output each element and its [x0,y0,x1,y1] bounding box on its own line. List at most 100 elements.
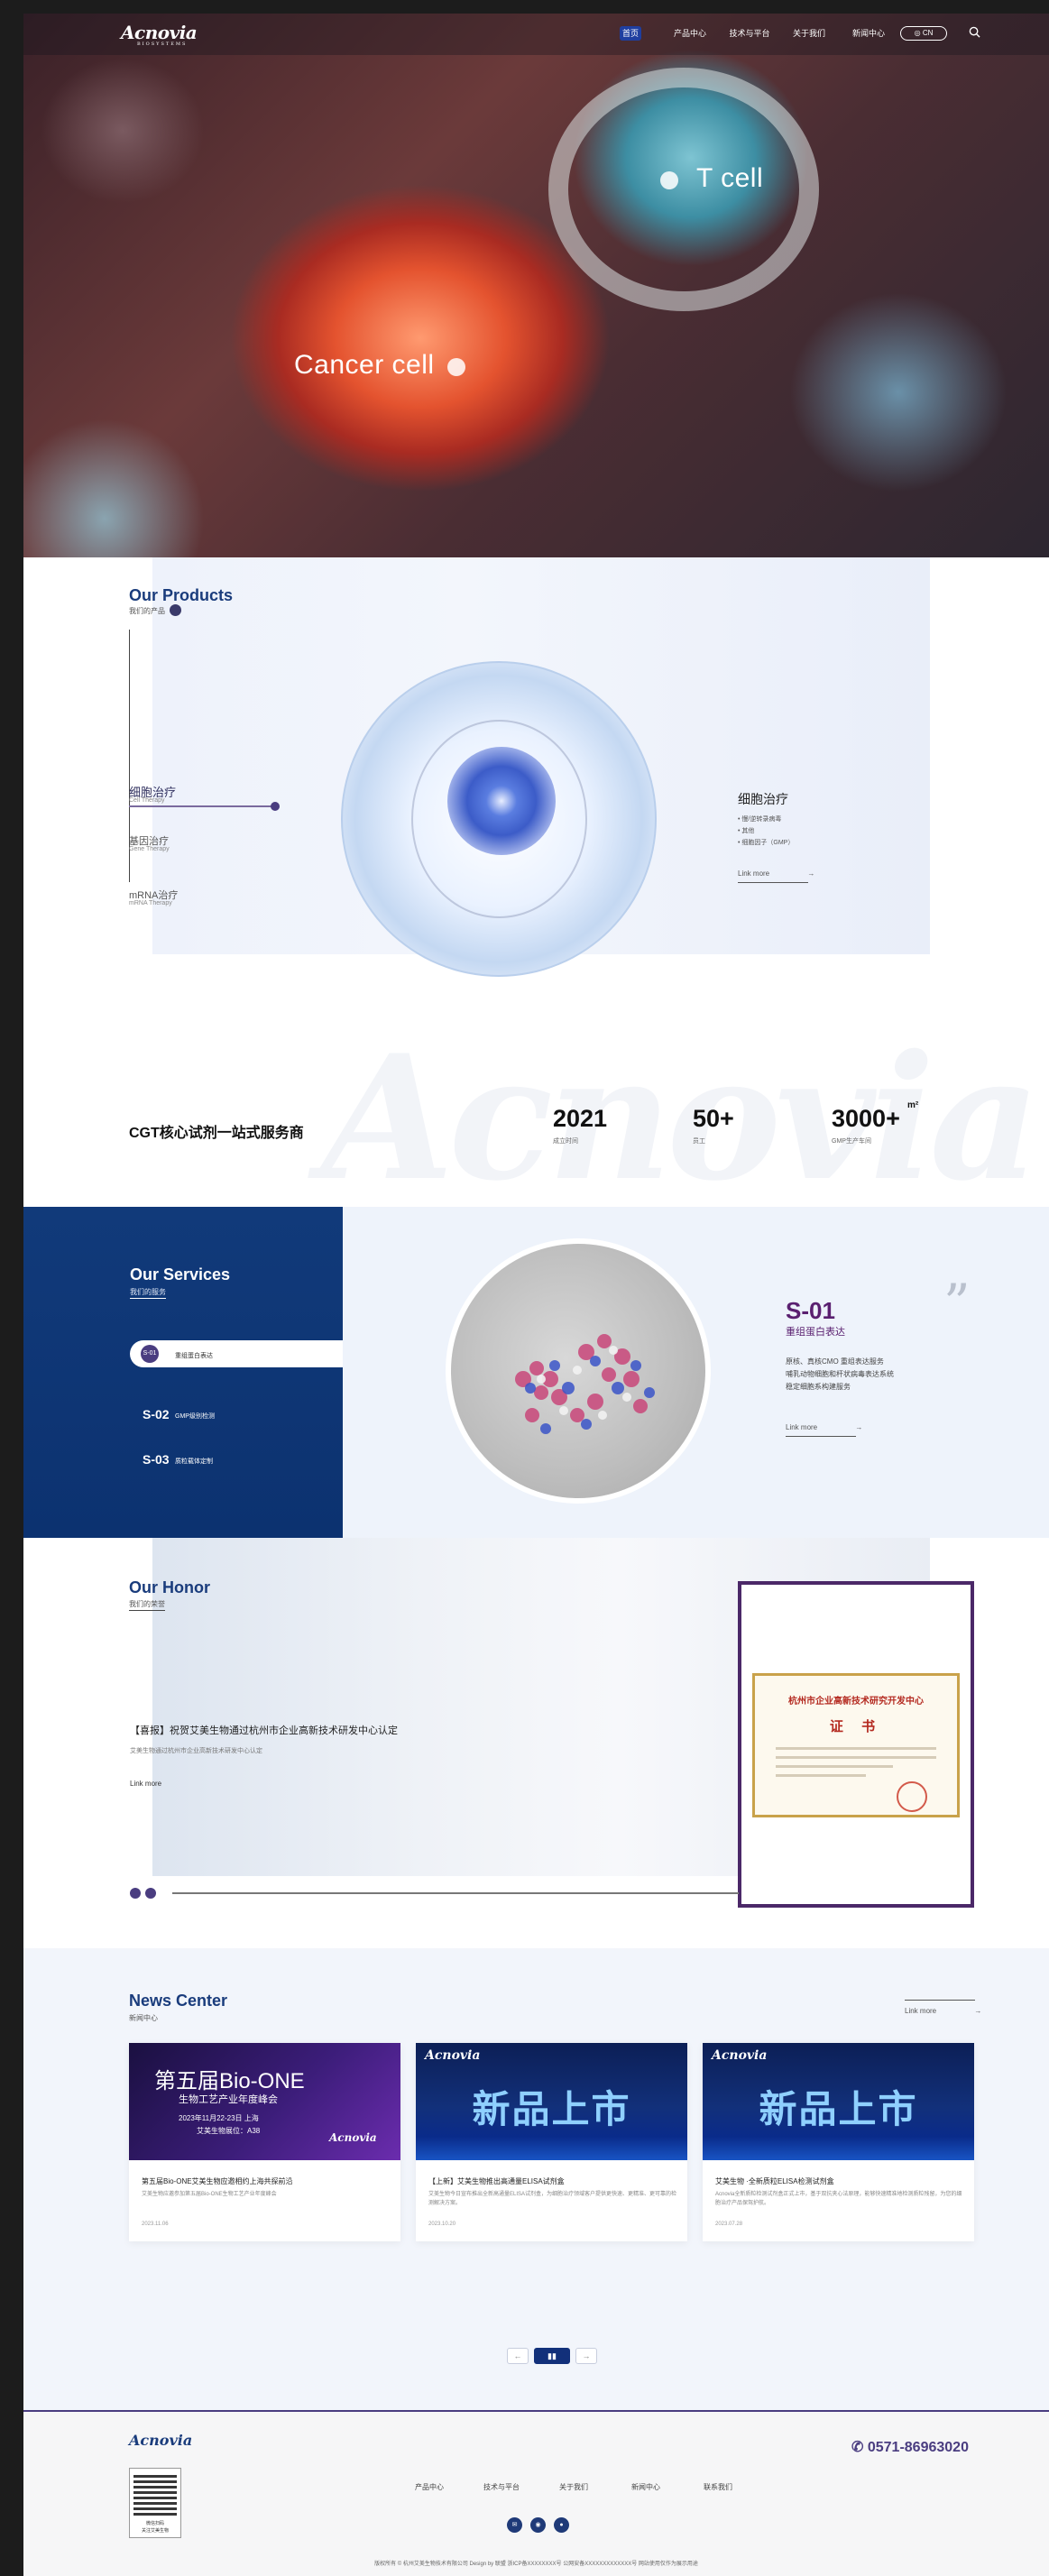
stat-founded-label: 成立时间 [553,1138,578,1145]
footer-link-news[interactable]: 新闻中心 [610,2482,682,2492]
news-card-logo: Acnovia [425,2048,481,2063]
t-cell-label: T cell [696,163,764,193]
certificate-title: 杭州市企业高新技术研究开发中心 [788,1697,924,1707]
stats-title: CGT核心试剂一站式服务商 [129,1126,304,1141]
qr-code-icon [133,2472,177,2516]
footer-link-technology[interactable]: 技术与平台 [465,2482,538,2492]
products-section: Our Products 我们的产品 细胞治疗 Cell Therapy 基因治… [23,557,1049,981]
product-more-link[interactable]: Link more → [738,869,814,878]
footer: Acnovia 微信扫码 关注艾美生物 ✆ 0571-86963020 产品中心 … [23,2410,1049,2576]
news-card-image: 第五届Bio-ONE 生物工艺产业年度峰会 2023年11月22-23日 上海 … [129,2043,400,2160]
weibo-icon[interactable]: ◉ [530,2517,546,2533]
nav-menu: 首页 产品中心 技术与平台 关于我们 新闻中心 [601,26,898,41]
service-tab-code[interactable]: S-03 [143,1452,170,1467]
services-sidebar [23,1207,343,1538]
news-card-image: Acnovia 新品上市 [703,2043,974,2160]
news-card-image-title: 第五届Bio-ONE [154,2069,305,2093]
news-card-headline: 艾美生物 ·全新质粒ELISA检测试剂盒 [715,2177,834,2185]
nav-news[interactable]: 新闻中心 [839,26,898,41]
news-card-headline: 第五届Bio-ONE艾美生物应邀相约上海共探前沿 [142,2177,293,2185]
product-detail-item[interactable]: • 细胞因子（GMP） [738,838,794,847]
search-icon[interactable] [969,26,980,38]
product-detail-title: 细胞治疗 [738,792,788,806]
service-more-underline [786,1436,856,1437]
footer-link-products[interactable]: 产品中心 [393,2482,465,2492]
service-tab-active[interactable] [130,1340,343,1367]
service-tab-label[interactable]: GMP级别检测 [175,1412,215,1421]
news-card-logo: Acnovia [329,2131,377,2144]
products-arrow-icon[interactable] [170,604,181,616]
honor-title: Our Honor [129,1578,210,1596]
footer-phone[interactable]: ✆ 0571-86963020 [851,2438,969,2456]
protein-structure-image [446,1238,711,1504]
footer-link-about[interactable]: 关于我们 [538,2482,610,2492]
news-prev-button[interactable]: ← [507,2348,529,2364]
products-subtitle: 我们的产品 [129,607,165,615]
nav-home[interactable]: 首页 [620,26,641,41]
product-detail-item[interactable]: • 其他 [738,826,754,835]
news-card-desc: Acnovia全新质粒检测试剂盒正式上市，基于双抗夹心法原理，能够快速精准地检测… [715,2192,962,2206]
services-subtitle-underline [130,1298,166,1299]
honor-text: 艾美生物通过杭州市企业高新技术研发中心认定 [130,1748,262,1754]
news-card-date: 2023.07.28 [715,2222,743,2227]
news-card-date: 2023.10.20 [428,2222,456,2227]
stat-staff-value: 50+ [693,1105,734,1132]
service-more-link[interactable]: Link more → [786,1423,862,1431]
product-tab-indicator [129,805,273,807]
products-title: Our Products [129,586,234,604]
news-title: News Center [129,1992,228,2010]
hero-banner: Acnovia BIOSYSTEMS 首页 产品中心 技术与平台 关于我们 新闻中… [23,14,1049,557]
honor-section: Our Honor 我们的荣誉 【喜报】祝贺艾美生物通过杭州市企业高新技术研发中… [23,1538,1049,1948]
footer-link-contact[interactable]: 联系我们 [682,2482,754,2492]
page: Acnovia BIOSYSTEMS 首页 产品中心 技术与平台 关于我们 新闻中… [23,14,1049,2576]
news-card-image-subtitle: 生物工艺产业年度峰会 [179,2094,278,2105]
service-detail-desc: 原核、真核CMO 重组表达服务 [786,1357,884,1366]
service-tab-label[interactable]: 质粒载体定制 [175,1457,213,1466]
honor-next-button[interactable] [145,1888,156,1899]
certificate-text-line [776,1765,893,1768]
nav-about[interactable]: 关于我们 [779,26,839,41]
news-card[interactable]: 第五届Bio-ONE 生物工艺产业年度峰会 2023年11月22-23日 上海 … [129,2043,400,2241]
stat-founded-value: 2021 [553,1105,608,1132]
stats-section: Acnovia CGT核心试剂一站式服务商 2021 成立时间 50+ 员工 3… [23,981,1049,1207]
product-more-underline [738,882,808,883]
news-next-button[interactable]: → [575,2348,597,2364]
news-more-link[interactable]: Link more → [905,2007,981,2015]
quote-mark-icon: ” [943,1273,971,1334]
nav-products[interactable]: 产品中心 [660,26,720,41]
language-switch[interactable]: ◎ CN [900,26,947,41]
news-card-image-title: 新品上市 [472,2088,631,2130]
honor-more-link[interactable]: Link more [130,1780,161,1788]
certificate-heading: 证 书 [829,1719,883,1734]
product-tab-indicator-dot [271,802,280,811]
product-detail-item[interactable]: • 慢/逆转录病毒 [738,814,781,823]
stat-area-unit: m² [907,1100,919,1110]
wechat-icon[interactable]: ✉ [507,2517,522,2533]
stat-staff-label: 员工 [693,1138,705,1145]
service-active-icon: S-01 [141,1345,159,1363]
news-page-current[interactable]: ▮▮ [534,2348,570,2364]
service-tab-code[interactable]: S-02 [143,1407,170,1421]
services-section: Our Services 我们的服务 S-01 重组蛋白表达 S-02 GMP级… [23,1207,1049,1538]
news-card-image-date: 2023年11月22-23日 上海 [179,2114,259,2122]
logo[interactable]: Acnovia BIOSYSTEMS [121,22,198,47]
nav-technology[interactable]: 技术与平台 [720,26,779,41]
news-more-underline [905,2000,975,2001]
service-tab-label: 重组蛋白表达 [175,1353,213,1359]
news-subtitle: 新闻中心 [129,2014,158,2022]
news-card[interactable]: Acnovia 新品上市 【上新】艾美生物推出高通量ELISA试剂盒 艾美生物今… [416,2043,687,2241]
service-detail-name: 重组蛋白表达 [786,1327,845,1338]
news-card[interactable]: Acnovia 新品上市 艾美生物 ·全新质粒ELISA检测试剂盒 Acnovi… [703,2043,974,2241]
footer-logo[interactable]: Acnovia [129,2432,192,2449]
news-card-logo: Acnovia [712,2048,768,2063]
t-cell-illustration [548,68,819,311]
certificate-text-line [776,1747,936,1750]
honor-headline[interactable]: 【喜报】祝贺艾美生物通过杭州市企业高新技术研发中心认定 [130,1723,398,1737]
news-card-headline: 【上新】艾美生物推出高通量ELISA试剂盒 [428,2177,565,2185]
news-card-date: 2023.11.06 [142,2222,169,2227]
certificate-seal-icon [897,1781,927,1812]
product-tab-gene-therapy-sub: Gene Therapy [129,846,170,852]
honor-prev-button[interactable] [130,1888,141,1899]
product-tab-mrna-therapy-sub: mRNA Therapy [129,900,172,906]
qq-icon[interactable]: ● [554,2517,569,2533]
